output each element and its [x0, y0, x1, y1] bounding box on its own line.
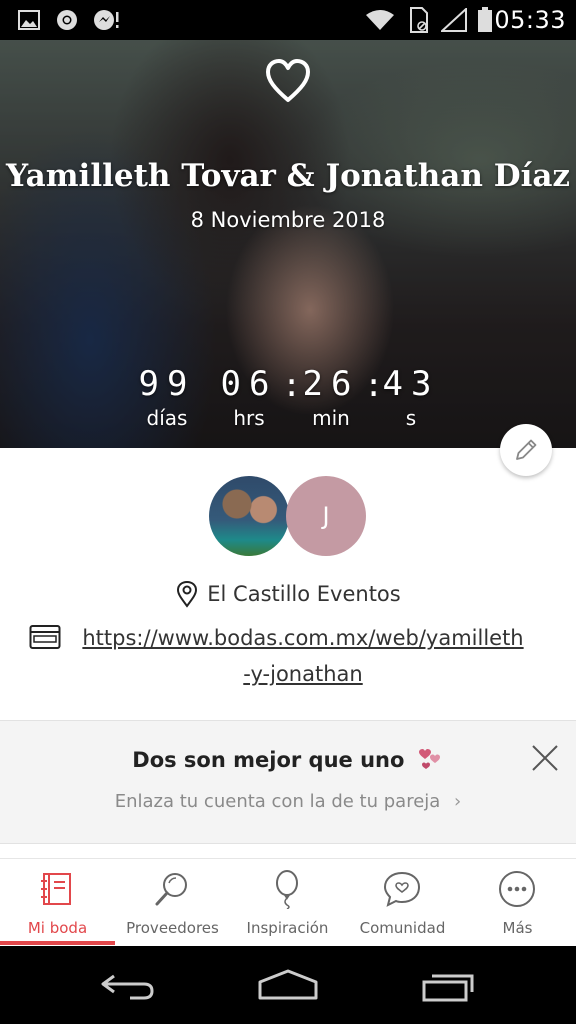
link-partner-banner[interactable]: Dos son mejor que uno Enlaza tu cuenta c… — [0, 720, 576, 844]
balloon-icon — [276, 870, 298, 909]
nav-active-indicator — [0, 941, 115, 945]
back-icon[interactable] — [100, 970, 156, 1002]
image-icon — [16, 8, 42, 32]
countdown-days-value: 99 — [138, 364, 196, 404]
countdown-minutes: 26 min — [286, 364, 376, 430]
nav-inspiracion[interactable]: Inspiración — [230, 859, 345, 947]
nav-comunidad[interactable]: Comunidad — [345, 859, 460, 947]
search-icon — [155, 873, 187, 906]
pencil-icon — [516, 439, 537, 460]
nav-label: Inspiración — [246, 919, 329, 937]
nav-label: Mi boda — [27, 919, 88, 937]
website-link[interactable]: https://www.bodas.com.mx/web/yamilleth -… — [68, 620, 538, 692]
banner-title: Dos son mejor que uno — [0, 747, 576, 772]
bottom-nav: Mi boda Proveedores Inspiración Comunida… — [0, 858, 576, 947]
countdown-seconds-label: s — [405, 406, 417, 430]
more-icon — [499, 871, 535, 907]
couple-names: Yamilleth Tovar & Jonathan Díaz — [5, 158, 571, 194]
countdown-minutes-value: 26 — [302, 364, 360, 404]
nav-mi-boda[interactable]: Mi boda — [0, 859, 115, 947]
location-pin-icon — [177, 580, 198, 608]
clock: 05:33 — [494, 6, 566, 34]
countdown-hours: 06 hrs — [204, 364, 294, 430]
banner-subtitle: Enlaza tu cuenta con la de tu pareja › — [114, 791, 462, 812]
countdown-seconds-value: 43 — [382, 364, 440, 404]
nav-label: Más — [502, 919, 533, 937]
status-bar: 05:33 — [0, 0, 576, 40]
messenger-icon — [92, 8, 120, 32]
countdown: 99 días 06 hrs : 26 min : 43 s — [0, 364, 576, 434]
signal-icon — [440, 8, 468, 32]
countdown-minutes-label: min — [312, 406, 350, 430]
wedding-date: 8 Noviembre 2018 — [190, 208, 386, 232]
countdown-days: 99 días — [122, 364, 212, 430]
website-link-line2: -y-jonathan — [243, 662, 363, 686]
chrome-icon — [54, 8, 80, 32]
system-navigation-bar — [0, 946, 576, 1024]
website-icon — [29, 625, 61, 649]
chat-heart-icon — [383, 871, 421, 907]
nav-proveedores[interactable]: Proveedores — [115, 859, 230, 947]
sim-icon — [406, 7, 432, 33]
avatar-initial: J — [322, 502, 330, 530]
avatar-partner[interactable]: J — [286, 476, 366, 556]
battery-icon — [476, 7, 494, 32]
notebook-icon — [41, 873, 71, 905]
countdown-seconds: 43 s — [366, 364, 456, 430]
nav-label: Comunidad — [359, 919, 446, 937]
avatar-couple-photo[interactable] — [209, 476, 289, 556]
nav-mas[interactable]: Más — [460, 859, 575, 947]
recent-apps-icon[interactable] — [420, 970, 478, 1002]
close-icon[interactable] — [530, 743, 560, 773]
hearts-icon — [418, 749, 440, 769]
hero-cover-photo: Yamilleth Tovar & Jonathan Díaz 8 Noviem… — [0, 40, 576, 448]
chevron-right-icon: › — [454, 791, 462, 812]
home-icon[interactable] — [256, 968, 320, 1002]
venue-name: El Castillo Eventos — [207, 582, 401, 606]
countdown-hours-label: hrs — [233, 406, 265, 430]
website-link-line1: https://www.bodas.com.mx/web/yamilleth — [82, 626, 524, 650]
nav-label: Proveedores — [126, 919, 219, 937]
heart-icon — [266, 59, 310, 102]
countdown-days-label: días — [146, 406, 188, 430]
edit-cover-button[interactable] — [500, 424, 552, 476]
countdown-hours-value: 06 — [220, 364, 278, 404]
wifi-icon — [364, 8, 396, 32]
venue-row: El Castillo Eventos — [0, 578, 576, 610]
